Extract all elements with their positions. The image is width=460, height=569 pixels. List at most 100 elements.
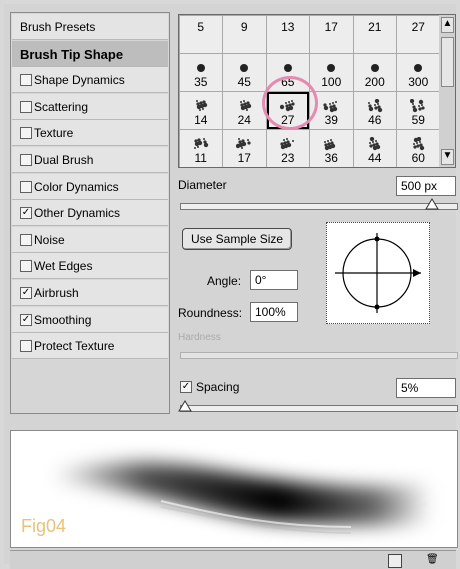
brush-shape-icon: [368, 136, 380, 150]
diameter-field[interactable]: 500 px: [396, 176, 456, 196]
option-brush-tip-shape[interactable]: Brush Tip Shape: [12, 40, 168, 67]
brush-size-label: 35: [194, 74, 208, 89]
option-checkbox[interactable]: [20, 100, 32, 113]
brush-size-label: 24: [237, 112, 251, 127]
option-label: Smoothing: [34, 312, 92, 327]
brush-size-label: 60: [411, 150, 425, 165]
spacing-field[interactable]: 5%: [396, 378, 456, 398]
diameter-slider-thumb[interactable]: [425, 198, 439, 210]
scroll-up-icon[interactable]: ▲: [441, 17, 454, 33]
option-brush-presets[interactable]: Brush Presets: [12, 14, 168, 40]
trash-icon[interactable]: 🗑: [426, 554, 439, 566]
angle-label: Angle:: [207, 274, 242, 288]
option-checkbox[interactable]: [20, 127, 32, 140]
option-checkbox[interactable]: ✓: [20, 313, 32, 326]
brush-shape-icon: [193, 137, 208, 149]
new-preset-icon[interactable]: [388, 554, 402, 568]
brush-tip-cell[interactable]: 5: [179, 15, 222, 53]
brush-tip-cell[interactable]: 23: [266, 129, 309, 167]
spacing-slider-thumb[interactable]: [178, 400, 192, 412]
brush-tip-cell[interactable]: 60: [397, 129, 440, 167]
spacing-checkbox[interactable]: ✓: [180, 381, 192, 393]
spacing-slider[interactable]: [180, 405, 458, 412]
option-texture[interactable]: Texture: [12, 120, 168, 147]
brush-tip-cell[interactable]: 9: [223, 15, 266, 53]
scroll-thumb[interactable]: [441, 37, 454, 87]
brush-shape-icon: [413, 136, 425, 150]
brush-tip-cell[interactable]: 17: [223, 129, 266, 167]
hardness-label: Hardness: [178, 332, 221, 343]
brush-shape-icon: [410, 98, 425, 112]
hardness-slider: [180, 352, 458, 359]
option-label: Color Dynamics: [34, 179, 119, 194]
selection-highlight-ring: [262, 76, 318, 130]
brush-tip-cell[interactable]: 59: [397, 91, 440, 129]
brush-tip-cell[interactable]: 35: [179, 53, 222, 91]
brush-size-label: 27: [411, 19, 425, 34]
brush-size-label: 14: [194, 112, 208, 127]
brush-shape-icon: [370, 63, 379, 72]
option-label: Wet Edges: [34, 259, 93, 274]
brush-size-label: 13: [281, 19, 295, 34]
brush-size-label: 200: [364, 74, 385, 89]
angle-roundness-widget[interactable]: [326, 222, 430, 324]
option-wet-edges[interactable]: Wet Edges: [12, 253, 168, 280]
brush-size-label: 46: [368, 112, 382, 127]
brush-size-label: 59: [411, 112, 425, 127]
brush-tip-cell[interactable]: 24: [223, 91, 266, 129]
brush-size-label: 300: [408, 74, 429, 89]
option-label: Texture: [34, 126, 74, 141]
brush-tip-cell[interactable]: 100: [310, 53, 353, 91]
option-checkbox[interactable]: [20, 340, 32, 353]
option-dual-brush[interactable]: Dual Brush: [12, 147, 168, 173]
option-color-dynamics[interactable]: Color Dynamics: [12, 173, 168, 200]
brush-shape-icon: [196, 63, 205, 72]
option-smoothing[interactable]: ✓ Smoothing: [12, 306, 168, 333]
roundness-field[interactable]: 100%: [250, 302, 298, 322]
brush-tip-cell[interactable]: 300: [397, 53, 440, 91]
option-label: Brush Tip Shape: [20, 46, 124, 62]
panel-bottom-bar: 🗑: [10, 550, 456, 569]
brush-tip-cell[interactable]: 21: [353, 15, 396, 53]
scroll-down-icon[interactable]: ▼: [441, 149, 454, 165]
crosshair-circle-icon: [335, 233, 421, 313]
brush-tip-cell[interactable]: 17: [310, 15, 353, 53]
roundness-label: Roundness:: [178, 306, 243, 320]
brush-tip-cell[interactable]: 45: [223, 53, 266, 91]
option-checkbox[interactable]: [20, 154, 32, 166]
angle-field[interactable]: 0°: [250, 270, 298, 290]
brush-tip-cell[interactable]: 14: [179, 91, 222, 129]
brush-tip-cell[interactable]: 11: [179, 129, 222, 167]
brush-size-label: 17: [324, 19, 338, 34]
option-checkbox[interactable]: [20, 233, 32, 246]
option-label: Dual Brush: [34, 153, 94, 167]
brush-tip-cell[interactable]: 13: [266, 15, 309, 53]
option-checkbox[interactable]: ✓: [20, 207, 32, 220]
brush-shape-icon: [367, 98, 382, 112]
option-airbrush[interactable]: ✓ Airbrush: [12, 280, 168, 306]
brush-size-label: 11: [194, 150, 207, 165]
option-shape-dynamics[interactable]: Shape Dynamics: [12, 67, 168, 94]
option-other-dynamics[interactable]: ✓ Other Dynamics: [12, 200, 168, 227]
diameter-slider[interactable]: [180, 203, 458, 210]
brush-size-label: 44: [368, 150, 382, 165]
use-sample-size-button[interactable]: Use Sample Size: [182, 228, 293, 250]
brush-tip-cell[interactable]: 46: [353, 91, 396, 129]
option-label: Noise: [34, 232, 65, 247]
brush-tip-cell[interactable]: 200: [353, 53, 396, 91]
option-checkbox[interactable]: [20, 180, 32, 193]
option-scattering[interactable]: Scattering: [12, 93, 168, 120]
brush-size-label: 21: [368, 19, 382, 34]
brush-grid-scrollbar[interactable]: ▲ ▼: [439, 14, 456, 168]
brush-tip-cell[interactable]: 27: [397, 15, 440, 53]
brush-tip-cell[interactable]: 36: [310, 129, 353, 167]
option-checkbox[interactable]: [20, 260, 32, 273]
brush-tip-cell[interactable]: 44: [353, 129, 396, 167]
brush-size-label: 36: [324, 150, 338, 165]
option-protect-texture[interactable]: Protect Texture: [12, 333, 168, 360]
brush-size-label: 45: [237, 74, 251, 89]
option-checkbox[interactable]: ✓: [20, 287, 32, 299]
option-checkbox[interactable]: [20, 74, 32, 87]
brush-stroke-preview: Fig04: [10, 430, 458, 548]
option-noise[interactable]: Noise: [12, 226, 168, 253]
